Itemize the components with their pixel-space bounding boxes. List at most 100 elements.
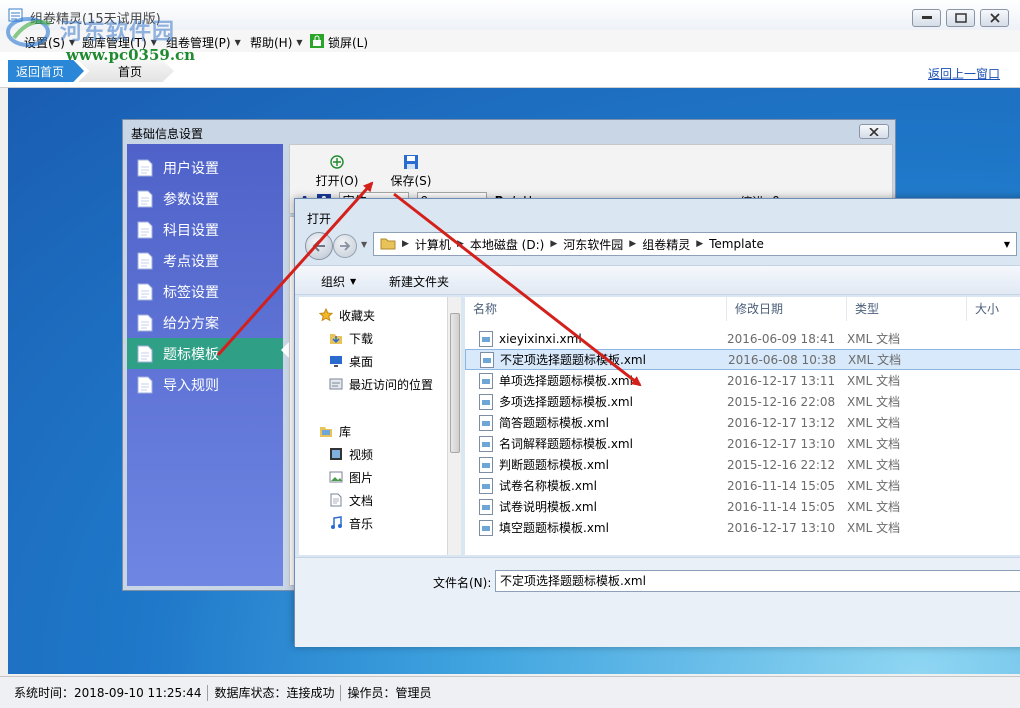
file-row[interactable]: 多项选择题题标模板.xml 2015-12-16 22:08 XML 文档 bbox=[465, 391, 1020, 412]
sidebar-item-label: 题标模板 bbox=[163, 346, 219, 363]
menu-label: 锁屏(L) bbox=[328, 36, 369, 50]
nav-downloads[interactable]: 下载 bbox=[329, 328, 373, 348]
sidebar-item-scoring[interactable]: 给分方案 bbox=[127, 307, 283, 338]
scrollbar-thumb[interactable] bbox=[450, 313, 460, 453]
forward-arrow-button[interactable] bbox=[333, 234, 357, 258]
sidebar-item-label: 标签设置 bbox=[163, 284, 219, 301]
file-row[interactable]: 试卷名称模板.xml 2016-11-14 15:05 XML 文档 bbox=[465, 475, 1020, 496]
file-date: 2016-12-17 13:10 bbox=[727, 436, 836, 451]
file-name: 简答题题标模板.xml bbox=[499, 416, 609, 430]
xml-file-icon bbox=[479, 456, 493, 473]
file-name: 试卷说明模板.xml bbox=[499, 500, 597, 514]
file-name: 判断题题标模板.xml bbox=[499, 458, 609, 472]
nav-favorites[interactable]: 收藏夹 bbox=[318, 305, 375, 325]
file-type: XML 文档 bbox=[847, 374, 901, 388]
path-segment[interactable]: 本地磁盘 (D:) bbox=[470, 236, 544, 253]
chevron-down-icon: ▼ bbox=[234, 38, 241, 47]
dialog-title: 打开 bbox=[307, 212, 332, 226]
nav-music[interactable]: 音乐 bbox=[329, 513, 373, 533]
floppy-disk-icon bbox=[404, 155, 418, 172]
nav-label: 最近访问的位置 bbox=[349, 377, 434, 392]
file-date: 2016-12-17 13:12 bbox=[727, 415, 836, 430]
filename-input[interactable]: 不定项选择题题标模板.xml bbox=[495, 570, 1020, 592]
file-type: XML 文档 bbox=[847, 500, 901, 514]
new-folder-button[interactable]: 新建文件夹 bbox=[389, 273, 449, 290]
open-button[interactable]: 打开(O) bbox=[308, 149, 366, 189]
file-list: 名称 修改日期 类型 大小 xieyixinxi.xml 2016-06-09 1… bbox=[465, 297, 1020, 555]
maximize-button[interactable] bbox=[946, 9, 975, 27]
nav-videos[interactable]: 视频 bbox=[329, 444, 373, 464]
sidebar-item-title-templates[interactable]: 题标模板 bbox=[127, 338, 283, 369]
lock-icon bbox=[310, 34, 324, 51]
nav-libraries[interactable]: 库 bbox=[319, 421, 351, 441]
back-arrow-button[interactable] bbox=[305, 232, 333, 260]
nav-desktop[interactable]: 桌面 bbox=[329, 351, 373, 371]
path-segment[interactable]: 计算机 bbox=[415, 236, 451, 253]
music-icon bbox=[329, 516, 343, 530]
close-button[interactable] bbox=[980, 9, 1009, 27]
address-bar[interactable]: ▶ 计算机 ▶ 本地磁盘 (D:) ▶ 河东软件园 ▶ 组卷精灵 ▶ Templ… bbox=[373, 232, 1017, 256]
sidebar-item-label: 科目设置 bbox=[163, 222, 219, 239]
sidebar-item-exam-points[interactable]: 考点设置 bbox=[127, 245, 283, 276]
sidebar-item-subjects[interactable]: 科目设置 bbox=[127, 214, 283, 245]
file-type: XML 文档 bbox=[847, 416, 901, 430]
path-segment[interactable]: 组卷精灵 bbox=[642, 236, 690, 253]
column-header-type[interactable]: 类型 bbox=[847, 297, 967, 321]
nav-label: 图片 bbox=[349, 470, 374, 485]
nav-pictures[interactable]: 图片 bbox=[329, 467, 373, 487]
file-row[interactable]: 判断题题标模板.xml 2015-12-16 22:12 XML 文档 bbox=[465, 454, 1020, 475]
file-row[interactable]: 单项选择题题标模板.xml 2016-12-17 13:11 XML 文档 bbox=[465, 370, 1020, 391]
document-icon bbox=[135, 189, 155, 209]
xml-file-icon bbox=[479, 372, 493, 389]
separator-arrow-icon: ▶ bbox=[402, 239, 409, 249]
file-date: 2016-12-17 13:11 bbox=[727, 373, 836, 388]
file-name: 不定项选择题题标模板.xml bbox=[500, 353, 646, 367]
sidebar-item-users[interactable]: 用户设置 bbox=[127, 152, 283, 183]
file-row[interactable]: xieyixinxi.xml 2016-06-09 18:41 XML 文档 3 bbox=[465, 328, 1020, 349]
back-previous-link[interactable]: 返回上一窗口 bbox=[928, 65, 1000, 82]
chevron-down-icon[interactable]: ▼ bbox=[1004, 240, 1010, 249]
star-icon bbox=[318, 307, 334, 322]
menu-lock-screen[interactable]: 锁屏(L) bbox=[310, 34, 368, 51]
file-row[interactable]: 试卷说明模板.xml 2016-11-14 15:05 XML 文档 bbox=[465, 496, 1020, 517]
database-status: 数据库状态：连接成功 bbox=[208, 684, 342, 701]
xml-file-icon bbox=[480, 351, 494, 368]
column-header-name[interactable]: 名称 bbox=[465, 297, 727, 321]
organize-button[interactable]: 组织 ▼ bbox=[321, 273, 356, 290]
file-row[interactable]: 填空题题标模板.xml 2016-12-17 13:10 XML 文档 bbox=[465, 517, 1020, 538]
column-header-date[interactable]: 修改日期 bbox=[727, 297, 847, 321]
path-segment[interactable]: 河东软件园 bbox=[563, 236, 623, 253]
sidebar-item-tags[interactable]: 标签设置 bbox=[127, 276, 283, 307]
settings-close-button[interactable] bbox=[859, 124, 889, 139]
menu-help[interactable]: 帮助(H) ▼ bbox=[250, 34, 303, 51]
download-folder-icon bbox=[329, 331, 343, 345]
file-date: 2016-06-09 18:41 bbox=[727, 331, 836, 346]
file-row[interactable]: 名词解释题题标模板.xml 2016-12-17 13:10 XML 文档 bbox=[465, 433, 1020, 454]
nav-label: 桌面 bbox=[349, 354, 374, 369]
nav-scrollbar[interactable] bbox=[447, 297, 461, 555]
sidebar-item-import-rules[interactable]: 导入规则 bbox=[127, 369, 283, 400]
settings-title: 基础信息设置 bbox=[131, 127, 204, 141]
organize-label: 组织 bbox=[321, 275, 346, 289]
sidebar-item-params[interactable]: 参数设置 bbox=[127, 183, 283, 214]
save-label: 保存(S) bbox=[390, 174, 432, 188]
file-name: 试卷名称模板.xml bbox=[499, 479, 597, 493]
file-name: 填空题题标模板.xml bbox=[499, 521, 609, 535]
recent-places-icon bbox=[329, 377, 343, 391]
file-size: 3 bbox=[967, 332, 1020, 346]
separator-arrow-icon: ▶ bbox=[550, 239, 558, 249]
file-name: 名词解释题题标模板.xml bbox=[499, 437, 633, 451]
save-button[interactable]: 保存(S) bbox=[382, 149, 440, 189]
recent-locations-icon[interactable]: ▼ bbox=[361, 240, 367, 249]
path-segment[interactable]: Template bbox=[709, 237, 764, 251]
file-date: 2015-12-16 22:12 bbox=[727, 457, 836, 472]
nav-recent-places[interactable]: 最近访问的位置 bbox=[329, 374, 433, 394]
nav-label: 文档 bbox=[349, 493, 374, 508]
menu-label: 帮助(H) bbox=[250, 36, 293, 50]
column-header-size[interactable]: 大小 bbox=[967, 297, 1020, 321]
file-row[interactable]: 简答题题标模板.xml 2016-12-17 13:12 XML 文档 bbox=[465, 412, 1020, 433]
file-row-selected[interactable]: 不定项选择题题标模板.xml 2016-06-08 10:38 XML 文档 bbox=[465, 349, 1020, 370]
document-icon bbox=[135, 344, 155, 364]
minimize-button[interactable] bbox=[912, 9, 941, 27]
nav-documents[interactable]: 文档 bbox=[329, 490, 373, 510]
